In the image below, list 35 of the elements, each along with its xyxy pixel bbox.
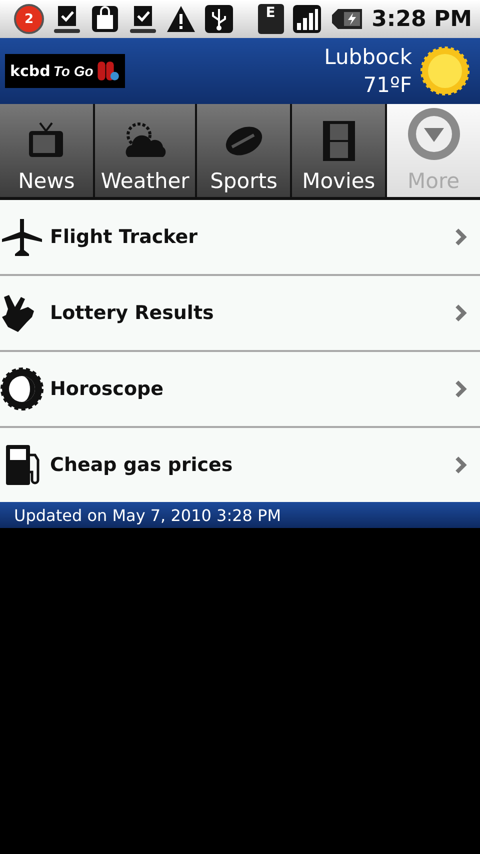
airplane-icon (1, 216, 43, 258)
menu-item-label: Flight Tracker (50, 226, 199, 248)
menu-item-label: Horoscope (50, 378, 164, 400)
city-name: Lubbock (324, 45, 412, 69)
temperature: 71ºF (363, 73, 412, 97)
menu-item[interactable]: Cheap gas prices (0, 428, 480, 502)
warning-icon (166, 4, 196, 34)
menu-item-label: Lottery Results (50, 302, 215, 324)
updated-timestamp: Updated on May 7, 2010 3:28 PM (14, 506, 281, 524)
nav-tab[interactable]: Sports (197, 104, 290, 197)
film-strip-icon (322, 120, 356, 162)
nav-tab[interactable]: Movies (292, 104, 386, 197)
logo-text: kcbd (10, 62, 50, 80)
signal-icon (292, 4, 322, 34)
menu-item[interactable]: Lottery Results (0, 276, 480, 352)
network-type-icon: E (258, 4, 284, 34)
menu-item[interactable]: Horoscope (0, 352, 480, 428)
chevron-icon (454, 227, 468, 247)
sun-icon (420, 46, 470, 96)
chevron-icon (454, 379, 468, 399)
nav-tab[interactable]: News (0, 104, 93, 197)
notification-badge: 2 (14, 4, 44, 34)
usb-icon (204, 4, 234, 34)
download-done-icon (52, 4, 82, 34)
logo-tagline: To Go (53, 63, 94, 79)
shopping-bag-icon (90, 4, 120, 34)
battery-charging-icon (330, 7, 364, 31)
chevron-icon (454, 303, 468, 323)
nav-tab[interactable]: Weather (94, 104, 196, 197)
download-done-icon (128, 4, 158, 34)
clock-time: 3:28 PM (372, 6, 472, 32)
menu-item[interactable]: Flight Tracker (0, 200, 480, 276)
dropdown-icon (406, 106, 462, 162)
chevron-icon (454, 455, 468, 475)
menu-item-label: Cheap gas prices (50, 454, 234, 476)
